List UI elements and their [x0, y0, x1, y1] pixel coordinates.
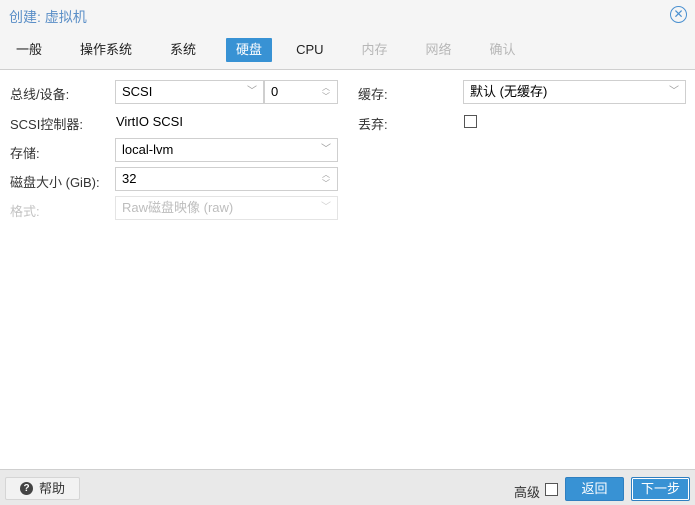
device-number-value: 0 [271, 84, 278, 99]
chevron-down-icon: ﹀ [247, 81, 257, 103]
storage-select[interactable]: local-lvm ﹀ [115, 138, 338, 162]
disk-size-input[interactable]: 32 ︿﹀ [115, 167, 338, 191]
next-button[interactable]: 下一步 [631, 477, 690, 501]
format-label: 格式: [10, 201, 40, 220]
device-number-input[interactable]: 0 ︿﹀ [264, 80, 338, 104]
tab-general[interactable]: 一般 [8, 38, 50, 62]
storage-label: 存储: [10, 143, 40, 162]
disk-size-label: 磁盘大小 (GiB): [10, 172, 100, 191]
cache-value: 默认 (无缓存) [470, 84, 547, 99]
tab-disk[interactable]: 硬盘 [226, 38, 272, 62]
back-button[interactable]: 返回 [565, 477, 624, 501]
cache-select[interactable]: 默认 (无缓存) ﹀ [463, 80, 686, 104]
storage-value: local-lvm [122, 142, 173, 157]
dialog-header: 创建: 虚拟机 ✕ 一般 操作系统 系统 硬盘 CPU 内存 网络 确认 [0, 0, 695, 70]
tab-network: 网络 [418, 38, 460, 62]
cache-label: 缓存: [358, 84, 388, 103]
chevron-down-icon: ﹀ [669, 81, 679, 103]
tab-memory: 内存 [354, 38, 396, 62]
tab-cpu[interactable]: CPU [288, 38, 331, 62]
help-label: 帮助 [39, 478, 65, 499]
scsi-controller-value: VirtIO SCSI [116, 114, 183, 129]
close-icon[interactable]: ✕ [670, 6, 687, 23]
chevron-down-icon: ﹀ [321, 197, 331, 219]
help-button[interactable]: ? 帮助 [5, 477, 80, 500]
dialog-title: 创建: 虚拟机 [9, 7, 87, 27]
scsi-controller-label: SCSI控制器: [10, 114, 83, 133]
disk-size-value: 32 [122, 171, 136, 186]
format-select: Raw磁盘映像 (raw) ﹀ [115, 196, 338, 220]
bus-value: SCSI [122, 84, 152, 99]
discard-label: 丢弃: [358, 114, 388, 133]
wizard-tabs: 一般 操作系统 系统 硬盘 CPU 内存 网络 确认 [8, 38, 546, 62]
question-circle-icon: ? [20, 482, 33, 495]
advanced-checkbox[interactable] [545, 483, 558, 496]
advanced-label: 高级 [514, 482, 540, 501]
bus-device-label: 总线/设备: [10, 84, 69, 103]
spinner-arrows-icon[interactable]: ︿﹀ [321, 170, 331, 188]
discard-checkbox[interactable] [464, 115, 477, 128]
chevron-down-icon: ﹀ [321, 139, 331, 161]
dialog-footer: ? 帮助 高级 返回 下一步 [0, 469, 695, 505]
tab-system[interactable]: 系统 [162, 38, 204, 62]
tab-confirm: 确认 [482, 38, 524, 62]
bus-select[interactable]: SCSI ﹀ [115, 80, 264, 104]
format-value: Raw磁盘映像 (raw) [122, 200, 233, 215]
tab-os[interactable]: 操作系统 [72, 38, 140, 62]
spinner-arrows-icon[interactable]: ︿﹀ [321, 83, 331, 101]
